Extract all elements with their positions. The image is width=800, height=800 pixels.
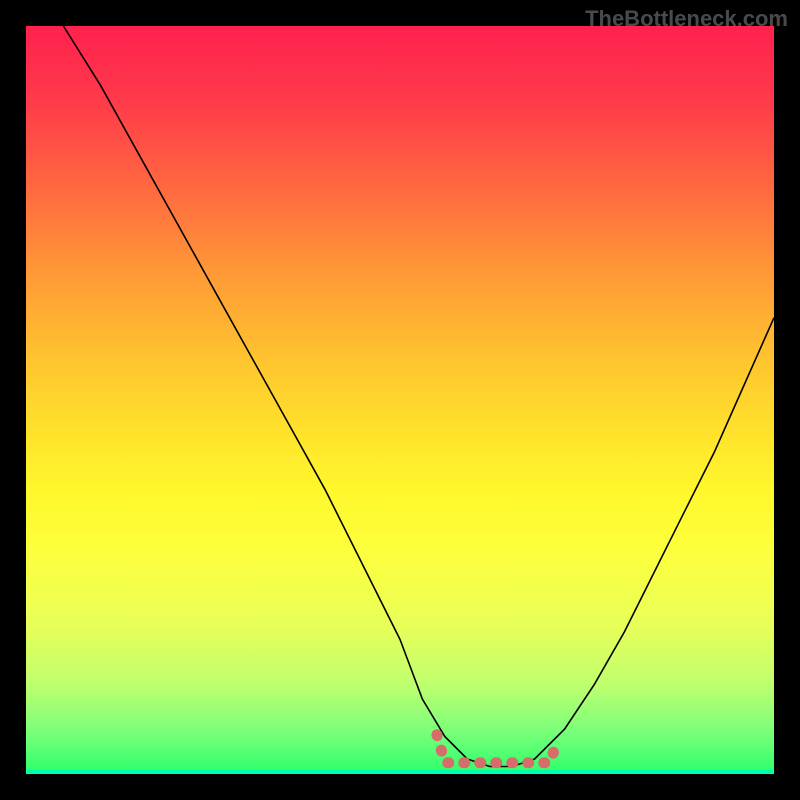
bottleneck-curve-line xyxy=(63,26,774,767)
watermark-text: TheBottleneck.com xyxy=(585,6,788,32)
flat-region-marker xyxy=(437,735,558,763)
chart-baseline-highlight xyxy=(26,770,774,774)
chart-plot-area xyxy=(26,26,774,774)
chart-svg xyxy=(26,26,774,774)
